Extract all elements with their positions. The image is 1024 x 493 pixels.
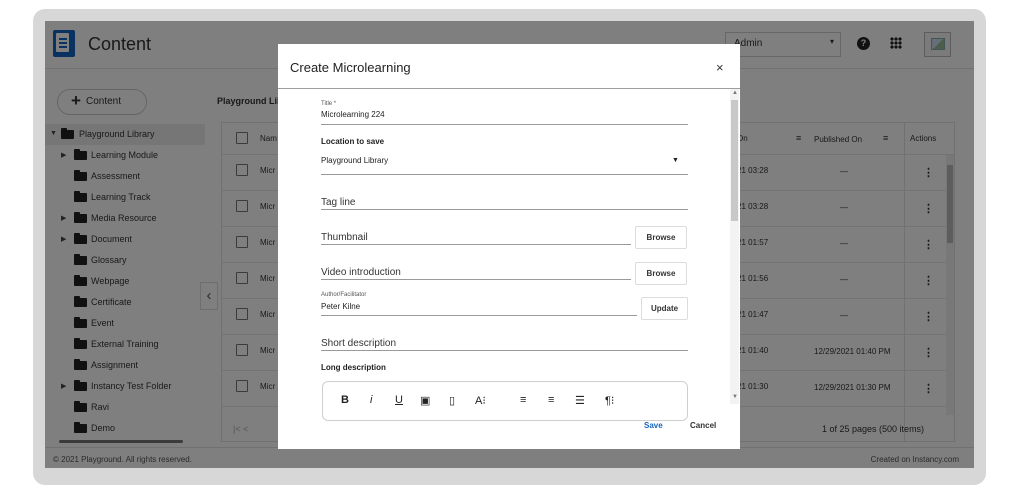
video-browse-button[interactable]: Browse <box>635 262 687 285</box>
dialog-scrollbar[interactable]: ▲ ▼ <box>730 89 739 404</box>
author-underline <box>321 315 637 316</box>
tagline-field[interactable]: Tag line <box>321 197 355 208</box>
thumbnail-underline <box>321 244 631 245</box>
dialog-divider <box>278 88 740 89</box>
thumbnail-field[interactable]: Thumbnail <box>321 232 368 243</box>
long-description-editor[interactable]: B i U ▣ ▯ A⁝ ≡ ≡ ☰ ¶⁝ <box>322 381 688 421</box>
author-label: Author/Facilitator <box>321 292 367 298</box>
bold-icon[interactable]: B <box>341 394 349 406</box>
tagline-underline <box>321 209 688 210</box>
long-description-label: Long description <box>321 363 386 372</box>
save-button[interactable]: Save <box>644 421 663 430</box>
title-field-label: Title * <box>321 101 337 107</box>
short-description-field[interactable]: Short description <box>321 338 396 349</box>
list-icon[interactable]: ☰ <box>575 394 585 407</box>
scroll-up-icon[interactable]: ▲ <box>732 90 738 96</box>
image-icon[interactable]: ▣ <box>420 394 430 407</box>
location-underline <box>321 174 688 175</box>
create-microlearning-dialog: Create Microlearning × Title * Microlear… <box>278 44 740 449</box>
scroll-down-icon[interactable]: ▼ <box>732 394 738 400</box>
short-description-underline <box>321 350 688 351</box>
scrollbar-thumb[interactable] <box>731 100 738 221</box>
location-label: Location to save <box>321 137 385 146</box>
location-select[interactable]: Playground Library <box>321 156 388 165</box>
file-icon[interactable]: ▯ <box>449 394 455 407</box>
paragraph-icon[interactable]: ¶⁝ <box>605 394 614 407</box>
chevron-down-icon[interactable]: ▼ <box>672 157 679 164</box>
underline-icon[interactable]: U <box>395 394 403 406</box>
cancel-button[interactable]: Cancel <box>690 421 716 430</box>
font-size-icon[interactable]: A⁝ <box>475 394 486 407</box>
author-field[interactable]: Peter Kilne <box>321 302 360 311</box>
dialog-title: Create Microlearning <box>290 60 411 75</box>
align-center-icon[interactable]: ≡ <box>548 394 554 406</box>
video-intro-field[interactable]: Video introduction <box>321 267 401 278</box>
video-intro-underline <box>321 279 631 280</box>
thumbnail-browse-button[interactable]: Browse <box>635 226 687 249</box>
title-field-underline <box>321 124 688 125</box>
italic-icon[interactable]: i <box>370 394 372 406</box>
close-icon[interactable]: × <box>716 60 724 75</box>
title-field[interactable]: Microlearning 224 <box>321 110 385 119</box>
align-left-icon[interactable]: ≡ <box>520 394 526 406</box>
author-update-button[interactable]: Update <box>641 297 688 320</box>
